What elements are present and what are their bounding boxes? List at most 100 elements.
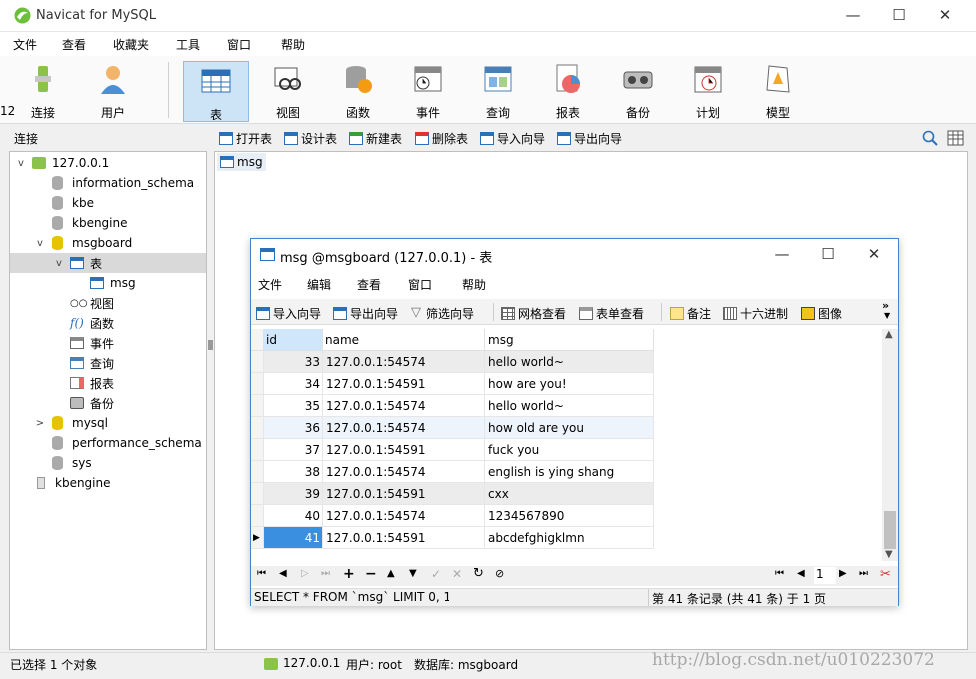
- child-menu-view[interactable]: 查看: [357, 276, 381, 293]
- tree-node-table[interactable]: msg: [10, 273, 206, 293]
- prev-page-icon[interactable]: ◀: [797, 568, 805, 579]
- cell-name[interactable]: 127.0.0.1:54591: [323, 483, 485, 505]
- child-menu-file[interactable]: 文件: [258, 276, 282, 293]
- table-row[interactable]: ▶ 41 127.0.0.1:54591 abcdefghigklmn: [251, 527, 654, 549]
- cell-name[interactable]: 127.0.0.1:54574: [323, 461, 485, 483]
- cell-id[interactable]: 39: [264, 483, 323, 505]
- cell-msg[interactable]: cxx: [485, 483, 654, 505]
- toolbar-function-button[interactable]: 函数: [325, 60, 391, 120]
- tools-icon[interactable]: ✂: [880, 567, 891, 582]
- first-record-icon[interactable]: ⏮: [257, 568, 266, 579]
- table-row[interactable]: 36 127.0.0.1:54574 how old are you: [251, 417, 654, 439]
- cell-msg[interactable]: how are you!: [485, 373, 654, 395]
- page-number-input[interactable]: 1: [814, 567, 836, 584]
- cell-name[interactable]: 127.0.0.1:54574: [323, 417, 485, 439]
- discard-changes-icon[interactable]: ▼: [409, 568, 417, 579]
- row-header[interactable]: [251, 395, 264, 417]
- delete-record-icon[interactable]: −: [365, 566, 377, 582]
- row-header[interactable]: ▶: [251, 527, 264, 549]
- cancel-icon[interactable]: ✕: [452, 567, 462, 581]
- cell-id[interactable]: 38: [264, 461, 323, 483]
- cell-msg[interactable]: hello world~: [485, 351, 654, 373]
- first-page-icon[interactable]: ⏮: [775, 568, 784, 579]
- hex-button[interactable]: 十六进制: [723, 305, 788, 322]
- table-row[interactable]: 37 127.0.0.1:54591 fuck you: [251, 439, 654, 461]
- child-menu-edit[interactable]: 编辑: [307, 276, 331, 293]
- last-record-icon[interactable]: ⏭: [321, 568, 330, 579]
- tree-node-events[interactable]: 事件: [10, 333, 206, 353]
- tree-node-db[interactable]: kbengine: [10, 213, 206, 233]
- cell-msg[interactable]: english is ying shang: [485, 461, 654, 483]
- collapse-arrow-icon[interactable]: >: [35, 418, 45, 429]
- toolbar-event-button[interactable]: 事件: [395, 60, 461, 120]
- child-close-button[interactable]: ✕: [851, 239, 897, 269]
- tree-node-db[interactable]: kbe: [10, 193, 206, 213]
- row-header[interactable]: [251, 417, 264, 439]
- toolbar-user-button[interactable]: 用户: [80, 60, 146, 120]
- toolbar-connection-button[interactable]: 连接: [10, 60, 76, 120]
- grid-view-icon[interactable]: [947, 130, 964, 146]
- close-button[interactable]: ✕: [922, 0, 968, 31]
- tree-node-db[interactable]: sys: [10, 453, 206, 473]
- apply-changes-icon[interactable]: ▲: [387, 568, 395, 579]
- refresh-icon[interactable]: ↻: [473, 566, 484, 581]
- child-maximize-button[interactable]: ☐: [805, 239, 851, 269]
- menu-file[interactable]: 文件: [13, 36, 37, 53]
- row-header[interactable]: [251, 351, 264, 373]
- tree-node-db[interactable]: performance_schema: [10, 433, 206, 453]
- tree-node-reports[interactable]: 报表: [10, 373, 206, 393]
- tree-node-connection[interactable]: kbengine: [10, 473, 206, 493]
- menu-window[interactable]: 窗口: [227, 36, 251, 53]
- column-header-id[interactable]: id: [264, 329, 323, 351]
- cell-msg[interactable]: 1234567890: [485, 505, 654, 527]
- cell-name[interactable]: 127.0.0.1:54574: [323, 351, 485, 373]
- cell-id[interactable]: 36: [264, 417, 323, 439]
- tree-node-connection[interactable]: v 127.0.0.1: [10, 153, 206, 173]
- toolbar-backup-button[interactable]: 备份: [605, 60, 671, 120]
- stop-icon[interactable]: ⊘: [495, 567, 504, 580]
- vertical-scrollbar[interactable]: ▲ ▼: [882, 329, 898, 561]
- new-table-button[interactable]: 新建表: [349, 130, 402, 147]
- cell-id[interactable]: 35: [264, 395, 323, 417]
- expand-arrow-icon[interactable]: v: [54, 258, 64, 269]
- image-button[interactable]: 图像: [801, 305, 842, 322]
- expand-arrow-icon[interactable]: v: [35, 238, 45, 249]
- cell-name[interactable]: 127.0.0.1:54591: [323, 439, 485, 461]
- table-row[interactable]: 33 127.0.0.1:54574 hello world~: [251, 351, 654, 373]
- cell-name[interactable]: 127.0.0.1:54591: [323, 373, 485, 395]
- form-view-button[interactable]: 表单查看: [579, 305, 644, 322]
- tree-node-db[interactable]: > mysql: [10, 413, 206, 433]
- table-row[interactable]: 35 127.0.0.1:54574 hello world~: [251, 395, 654, 417]
- tree-node-db-open[interactable]: v msgboard: [10, 233, 206, 253]
- tree-node-db[interactable]: information_schema: [10, 173, 206, 193]
- row-header[interactable]: [251, 461, 264, 483]
- prev-record-icon[interactable]: ◀: [279, 568, 287, 579]
- menu-tools[interactable]: 工具: [176, 36, 200, 53]
- cell-name[interactable]: 127.0.0.1:54574: [323, 505, 485, 527]
- open-table-button[interactable]: 打开表: [219, 130, 272, 147]
- tree-node-queries[interactable]: 查询: [10, 353, 206, 373]
- toolbar-report-button[interactable]: 报表: [535, 60, 601, 120]
- child-menu-help[interactable]: 帮助: [462, 276, 486, 293]
- row-header[interactable]: [251, 439, 264, 461]
- cell-name[interactable]: 127.0.0.1:54574: [323, 395, 485, 417]
- add-record-icon[interactable]: +: [343, 566, 355, 582]
- table-row[interactable]: 34 127.0.0.1:54591 how are you!: [251, 373, 654, 395]
- minimize-button[interactable]: —: [830, 0, 876, 31]
- cell-name[interactable]: 127.0.0.1:54591: [323, 527, 485, 549]
- tree-node-functions[interactable]: f() 函数: [10, 313, 206, 333]
- scroll-up-icon[interactable]: ▲: [885, 329, 893, 340]
- splitter-handle[interactable]: [208, 340, 213, 350]
- menu-help[interactable]: 帮助: [281, 36, 305, 53]
- child-import-button[interactable]: 导入向导: [256, 305, 321, 322]
- expand-arrow-icon[interactable]: v: [16, 158, 26, 169]
- toolbar-model-button[interactable]: 模型: [745, 60, 811, 120]
- column-header-name[interactable]: name: [323, 329, 485, 351]
- table-row[interactable]: 40 127.0.0.1:54574 1234567890: [251, 505, 654, 527]
- menu-view[interactable]: 查看: [62, 36, 86, 53]
- menu-favorites[interactable]: 收藏夹: [113, 36, 149, 53]
- tree-node-backups[interactable]: 备份: [10, 393, 206, 413]
- check-icon[interactable]: ✓: [431, 567, 441, 581]
- maximize-button[interactable]: ☐: [876, 0, 922, 31]
- table-row[interactable]: 38 127.0.0.1:54574 english is ying shang: [251, 461, 654, 483]
